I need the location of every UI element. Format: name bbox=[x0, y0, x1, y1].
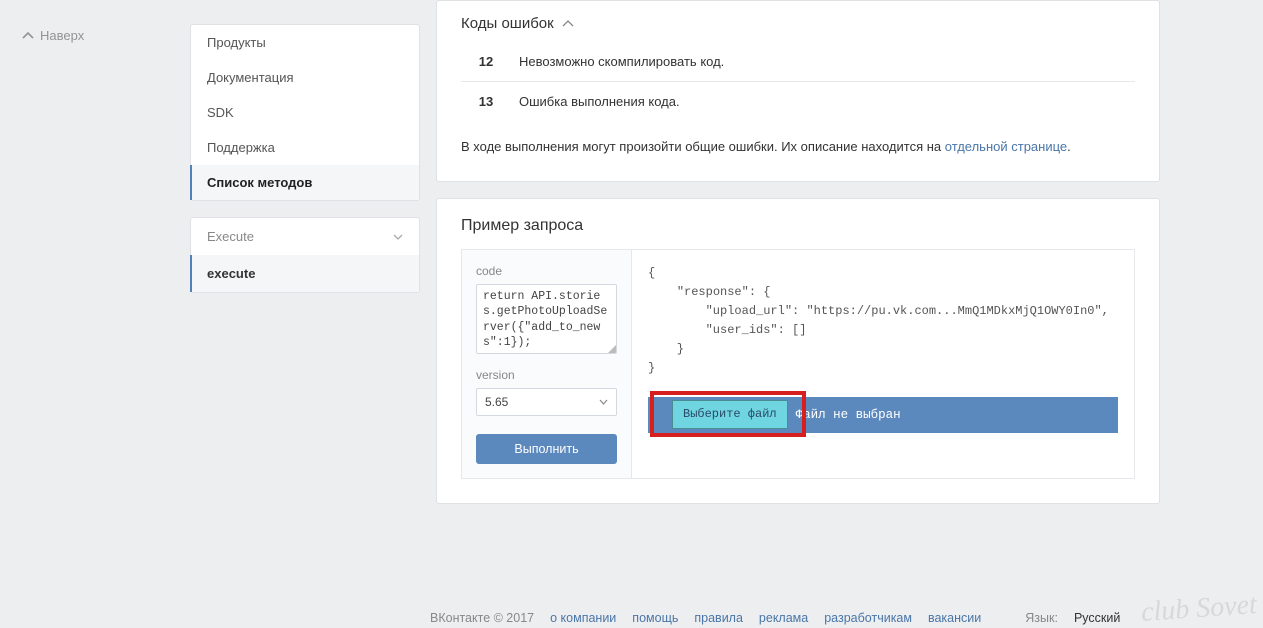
file-upload-bar: Выберите файл Файл не выбран bbox=[648, 397, 1118, 433]
version-select[interactable]: 5.65 bbox=[476, 388, 617, 416]
copyright: ВКонтакте © 2017 bbox=[430, 611, 534, 625]
error-codes-card: Коды ошибок 12 Невозможно скомпилировать… bbox=[436, 0, 1160, 182]
error-codes-heading[interactable]: Коды ошибок bbox=[461, 1, 1135, 42]
error-code-cell: 12 bbox=[461, 42, 511, 82]
error-code-cell: 13 bbox=[461, 82, 511, 122]
common-errors-note: В ходе выполнения могут произойти общие … bbox=[461, 121, 1135, 157]
version-param-label: version bbox=[476, 368, 617, 382]
main-nav: Продукты Документация SDK Поддержка Спис… bbox=[190, 24, 420, 201]
back-to-top-link[interactable]: Наверх bbox=[22, 28, 84, 43]
table-row: 12 Невозможно скомпилировать код. bbox=[461, 42, 1135, 82]
error-text-cell: Ошибка выполнения кода. bbox=[511, 82, 1135, 122]
footer-link-jobs[interactable]: вакансии bbox=[928, 611, 981, 625]
request-params-panel: code return API.stories.getPhotoUploadSe… bbox=[462, 250, 632, 478]
footer-link-ads[interactable]: реклама bbox=[759, 611, 808, 625]
subnav-group-label: Execute bbox=[207, 229, 254, 244]
main-content: Коды ошибок 12 Невозможно скомпилировать… bbox=[436, 0, 1160, 504]
footer-link-developers[interactable]: разработчикам bbox=[824, 611, 912, 625]
back-to-top-label: Наверх bbox=[40, 28, 84, 43]
code-param-label: code bbox=[476, 264, 617, 278]
table-row: 13 Ошибка выполнения кода. bbox=[461, 82, 1135, 122]
language-label: Язык: bbox=[1025, 611, 1058, 625]
response-panel: { "response": { "upload_url": "https://p… bbox=[632, 250, 1134, 478]
watermark: club Sovet bbox=[1140, 593, 1257, 625]
language-value[interactable]: Русский bbox=[1074, 611, 1120, 625]
chevron-down-icon bbox=[599, 399, 608, 405]
request-example-card: Пример запроса code return API.stories.g… bbox=[436, 198, 1160, 504]
response-json: { "response": { "upload_url": "https://p… bbox=[648, 264, 1118, 379]
error-text-cell: Невозможно скомпилировать код. bbox=[511, 42, 1135, 82]
nav-item-products[interactable]: Продукты bbox=[191, 25, 419, 60]
choose-file-button[interactable]: Выберите файл bbox=[672, 400, 788, 429]
subnav-group-execute[interactable]: Execute bbox=[191, 218, 419, 255]
nav-item-documentation[interactable]: Документация bbox=[191, 60, 419, 95]
subnav-item-execute[interactable]: execute bbox=[190, 255, 419, 292]
resize-handle-icon[interactable] bbox=[608, 345, 616, 353]
page-footer: ВКонтакте © 2017 о компании помощь прави… bbox=[430, 611, 1120, 625]
chevron-up-icon bbox=[562, 20, 574, 28]
nav-item-methods[interactable]: Список методов bbox=[190, 165, 419, 200]
execute-button[interactable]: Выполнить bbox=[476, 434, 617, 464]
no-file-label: Файл не выбран bbox=[796, 405, 901, 425]
chevron-down-icon bbox=[393, 234, 403, 240]
nav-item-sdk[interactable]: SDK bbox=[191, 95, 419, 130]
chevron-up-icon bbox=[22, 31, 34, 41]
nav-item-support[interactable]: Поддержка bbox=[191, 130, 419, 165]
footer-link-rules[interactable]: правила bbox=[694, 611, 743, 625]
common-errors-link[interactable]: отдельной странице bbox=[945, 139, 1067, 154]
footer-link-about[interactable]: о компании bbox=[550, 611, 616, 625]
request-example-heading: Пример запроса bbox=[461, 217, 1135, 235]
methods-subnav: Execute execute bbox=[190, 217, 420, 293]
sidebar: Продукты Документация SDK Поддержка Спис… bbox=[190, 0, 420, 293]
error-codes-table: 12 Невозможно скомпилировать код. 13 Оши… bbox=[461, 42, 1135, 121]
code-input[interactable]: return API.stories.getPhotoUploadServer(… bbox=[476, 284, 617, 354]
footer-link-help[interactable]: помощь bbox=[632, 611, 678, 625]
